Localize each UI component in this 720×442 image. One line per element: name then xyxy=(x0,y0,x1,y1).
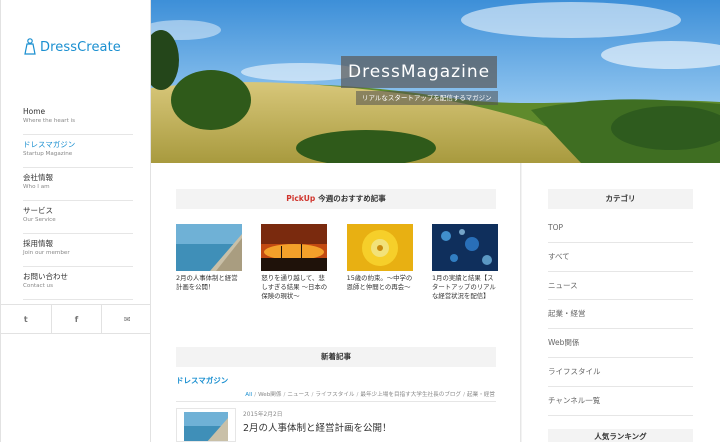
category-list: TOP すべて ニュース 起業・経営 Web関係 ライフスタイル チャンネル一覧 xyxy=(548,214,693,416)
card-thumbnail xyxy=(261,224,328,271)
hero-subtitle: リアルなスタートアップを配信するマガジン xyxy=(356,91,498,105)
category-item-channels[interactable]: チャンネル一覧 xyxy=(548,387,693,416)
site-logo[interactable]: DressCreate xyxy=(23,36,121,58)
twitter-icon[interactable]: t xyxy=(1,305,52,333)
card-title: 怒りを通り越して、悲しすぎる結果 〜日本の保険の現状〜 xyxy=(261,274,328,300)
filter-ceo-blog[interactable]: 最年少上場を目指す大学生社長のブログ xyxy=(360,392,461,398)
hero-title: DressMagazine xyxy=(341,56,498,88)
nav-label: 採用情報 xyxy=(23,239,53,248)
hero-banner: DressMagazine リアルなスタートアップを配信するマガジン xyxy=(151,0,720,163)
nav-sublabel: Join our member xyxy=(23,250,70,256)
pickup-prefix: PickUp xyxy=(286,194,316,203)
logo-text: DressCreate xyxy=(40,39,121,55)
news-item[interactable]: 2015年2月2日 2月の人事体制と経営計画を公開！ xyxy=(176,408,496,442)
pickup-card[interactable]: 15歳の約束。〜中学の恩師と仲間との再会〜 xyxy=(346,224,413,301)
category-item-lifestyle[interactable]: ライフスタイル xyxy=(548,358,693,387)
news-date: 2015年2月2日 xyxy=(243,412,283,418)
category-item-news[interactable]: ニュース xyxy=(548,272,693,301)
mail-icon[interactable]: ✉ xyxy=(102,305,152,333)
nav-item-contact[interactable]: お問い合わせ Contact us xyxy=(23,267,133,300)
nav-item-company[interactable]: 会社情報 Who I am xyxy=(23,168,133,201)
filter-startup[interactable]: 起業・経営 xyxy=(467,392,495,398)
nav-sublabel: Who I am xyxy=(23,184,50,190)
news-thumbnail xyxy=(176,408,236,442)
pickup-card[interactable]: 2月の人事体制と経営計画を公開！ xyxy=(176,224,242,301)
pickup-header: PickUp 今週のおすすめ記事 xyxy=(176,189,496,209)
nav-label: Home xyxy=(23,107,46,116)
category-header: カテゴリ xyxy=(548,189,693,209)
nav-sublabel: Startup Magazine xyxy=(23,151,73,157)
pickup-card[interactable]: 怒りを通り越して、悲しすぎる結果 〜日本の保険の現状〜 xyxy=(261,224,328,301)
nav-sublabel: Contact us xyxy=(23,283,54,289)
card-thumbnail xyxy=(346,224,413,271)
latest-title: 新着記事 xyxy=(321,352,351,361)
card-thumbnail xyxy=(176,224,242,271)
ranking-header: 人気ランキング xyxy=(548,429,693,442)
main-nav: Home Where the heart is ドレスマガジン Startup … xyxy=(23,102,133,300)
nav-label: サービス xyxy=(23,206,53,215)
filter-news[interactable]: ニュース xyxy=(287,392,309,398)
category-item-startup[interactable]: 起業・経営 xyxy=(548,300,693,330)
latest-header: 新着記事 xyxy=(176,347,496,367)
right-sidebar: カテゴリ TOP すべて ニュース 起業・経営 Web関係 ライフスタイル チャ… xyxy=(522,163,720,442)
facebook-icon[interactable]: f xyxy=(52,305,103,333)
nav-sublabel: Where the heart is xyxy=(23,118,76,124)
filter-separator: / xyxy=(356,392,359,398)
card-thumbnail xyxy=(431,224,498,271)
nav-item-service[interactable]: サービス Our Service xyxy=(23,201,133,234)
social-links: t f ✉ xyxy=(1,304,152,334)
filter-all[interactable]: All xyxy=(245,392,252,398)
nav-item-magazine[interactable]: ドレスマガジン Startup Magazine xyxy=(23,135,133,168)
card-title: 1月の実績と結果【スタートアップのリアルな経営状況を配信】 xyxy=(431,274,496,300)
pickup-card[interactable]: 1月の実績と結果【スタートアップのリアルな経営状況を配信】 xyxy=(431,224,498,301)
latest-filters: All / Web関係 / ニュース / ライフスタイル / 最年少上場を目指す大学生社長のブロ… xyxy=(176,390,496,398)
filter-separator: / xyxy=(311,392,314,398)
nav-label: ドレスマガジン xyxy=(23,140,76,149)
divider xyxy=(176,401,496,402)
filter-separator: / xyxy=(254,392,257,398)
category-item-web[interactable]: Web関係 xyxy=(548,329,693,358)
pickup-title: 今週のおすすめ記事 xyxy=(318,194,386,203)
nav-label: 会社情報 xyxy=(23,173,53,182)
news-title: 2月の人事体制と経営計画を公開！ xyxy=(243,423,392,434)
nav-label: お問い合わせ xyxy=(23,272,68,281)
filter-separator: / xyxy=(463,392,466,398)
nav-item-home[interactable]: Home Where the heart is xyxy=(23,102,133,135)
nav-item-recruit[interactable]: 採用情報 Join our member xyxy=(23,234,133,267)
category-item-all[interactable]: すべて xyxy=(548,243,693,272)
latest-category[interactable]: ドレスマガジン xyxy=(176,375,228,386)
nav-sublabel: Our Service xyxy=(23,217,56,223)
category-item-top[interactable]: TOP xyxy=(548,214,693,243)
pickup-cards: 2月の人事体制と経営計画を公開！ 怒りを通り越して、悲しすぎる結果 〜日本の保険… xyxy=(176,224,498,301)
filter-lifestyle[interactable]: ライフスタイル xyxy=(315,392,354,398)
main-content: PickUp 今週のおすすめ記事 2月の人事体制と経営計画を公開！ 怒りを通り越… xyxy=(151,163,521,442)
card-title: 15歳の約束。〜中学の恩師と仲間との再会〜 xyxy=(346,274,413,291)
filter-web[interactable]: Web関係 xyxy=(258,392,281,398)
filter-separator: / xyxy=(283,392,286,398)
card-title: 2月の人事体制と経営計画を公開！ xyxy=(176,274,238,291)
sidebar: DressCreate Home Where the heart is ドレスマ… xyxy=(0,0,152,442)
logo-dress-icon xyxy=(23,38,37,56)
